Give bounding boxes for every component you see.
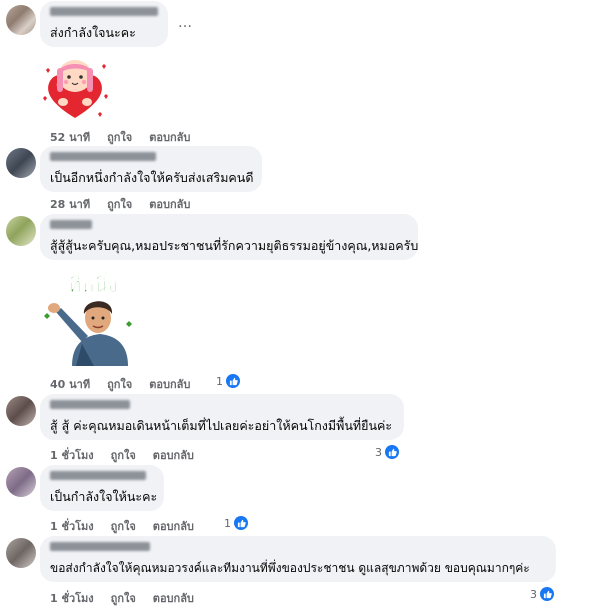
- comment-bubble: ขอส่งกำลังใจให้คุณหมอวรงค์และทีมงานที่พึ…: [40, 536, 556, 582]
- comment-text: เป็นอีกหนึ่งกำลังใจให้ครับส่งเสริมคนดี: [50, 170, 254, 185]
- reaction-count-text: 1: [224, 516, 231, 530]
- reaction-count[interactable]: 3: [530, 587, 554, 601]
- comment-text: ส่งกำลังใจนะคะ: [50, 25, 136, 40]
- reply-button[interactable]: ตอบกลับ: [149, 195, 190, 213]
- comment-actions: 40 นาที ถูกใจ ตอบกลับ: [50, 375, 190, 393]
- reaction-count[interactable]: 1: [224, 516, 248, 530]
- comment-timestamp[interactable]: 40 นาที: [50, 375, 90, 393]
- comment-bubble: ส่งกำลังใจนะคะ: [40, 1, 168, 47]
- thumbs-up-icon: [234, 516, 248, 530]
- reply-button[interactable]: ตอบกลับ: [149, 375, 190, 393]
- avatar[interactable]: [6, 5, 36, 35]
- comment-actions: 1 ชั่วโมง ถูกใจ ตอบกลับ: [50, 446, 194, 464]
- commenter-name-blurred[interactable]: [50, 152, 156, 161]
- comment-actions: 52 นาที ถูกใจ ตอบกลับ: [50, 128, 190, 146]
- heart-girl-sticker: [43, 60, 108, 118]
- comment-actions: 1 ชั่วโมง ถูกใจ ตอบกลับ: [50, 589, 194, 607]
- avatar[interactable]: [6, 216, 36, 246]
- reply-button[interactable]: ตอบกลับ: [149, 128, 190, 146]
- avatar[interactable]: [6, 396, 36, 426]
- like-button[interactable]: ถูกใจ: [107, 375, 132, 393]
- like-button[interactable]: ถูกใจ: [111, 446, 136, 464]
- reaction-count-text: 1: [216, 374, 223, 388]
- like-button[interactable]: ถูกใจ: [107, 195, 132, 213]
- comment-text: สู้ สู้ ค่ะคุณหมอเดินหน้าเต็มที่ไปเลยค่ะ…: [50, 418, 393, 433]
- comment-timestamp[interactable]: 52 นาที: [50, 128, 90, 146]
- comment-timestamp[interactable]: 1 ชั่วโมง: [50, 517, 94, 535]
- like-button[interactable]: ถูกใจ: [111, 517, 136, 535]
- reply-button[interactable]: ตอบกลับ: [153, 446, 194, 464]
- commenter-name-blurred[interactable]: [50, 542, 150, 551]
- reaction-count[interactable]: 3: [375, 445, 399, 459]
- comment-text: ขอส่งกำลังใจให้คุณหมอวรงค์และทีมงานที่พึ…: [50, 561, 530, 575]
- comment-text: สู้สู้สู้นะครับคุณ,หมอประชาชนที่รักความย…: [50, 238, 419, 253]
- comment-bubble: เป็นอีกหนึ่งกำลังใจให้ครับส่งเสริมคนดี: [40, 146, 262, 192]
- commenter-name-blurred[interactable]: [50, 471, 146, 480]
- reaction-count-text: 3: [375, 445, 382, 459]
- commenter-name-blurred[interactable]: [50, 220, 92, 229]
- comment-actions: 28 นาที ถูกใจ ตอบกลับ: [50, 195, 190, 213]
- reaction-count[interactable]: 1: [216, 374, 240, 388]
- avatar[interactable]: [6, 467, 36, 497]
- thumbs-up-icon: [385, 445, 399, 459]
- commenter-name-blurred[interactable]: [50, 400, 130, 409]
- comment-timestamp[interactable]: 1 ชั่วโมง: [50, 589, 94, 607]
- reply-button[interactable]: ตอบกลับ: [153, 517, 194, 535]
- more-options-icon[interactable]: …: [178, 15, 193, 31]
- like-button[interactable]: ถูกใจ: [107, 128, 132, 146]
- reaction-count-text: 3: [530, 587, 537, 601]
- comment-bubble: สู้ สู้ ค่ะคุณหมอเดินหน้าเต็มที่ไปเลยค่ะ…: [40, 394, 404, 440]
- comment-timestamp[interactable]: 1 ชั่วโมง: [50, 446, 94, 464]
- comment-bubble: เป็นกำลังใจให้นะคะ: [40, 465, 164, 511]
- thi-nueng-pointing-sticker: ที่หนึ่ง: [44, 270, 132, 366]
- comment-text: เป็นกำลังใจให้นะคะ: [50, 489, 158, 504]
- avatar[interactable]: [6, 538, 36, 568]
- commenter-name-blurred[interactable]: [50, 7, 158, 16]
- like-button[interactable]: ถูกใจ: [111, 589, 136, 607]
- avatar[interactable]: [6, 148, 36, 178]
- comment-bubble: สู้สู้สู้นะครับคุณ,หมอประชาชนที่รักความย…: [40, 214, 418, 260]
- thumbs-up-icon: [540, 587, 554, 601]
- comment-actions: 1 ชั่วโมง ถูกใจ ตอบกลับ: [50, 517, 194, 535]
- comment-timestamp[interactable]: 28 นาที: [50, 195, 90, 213]
- thumbs-up-icon: [226, 374, 240, 388]
- reply-button[interactable]: ตอบกลับ: [153, 589, 194, 607]
- sticker-caption: ที่หนึ่ง: [68, 270, 118, 297]
